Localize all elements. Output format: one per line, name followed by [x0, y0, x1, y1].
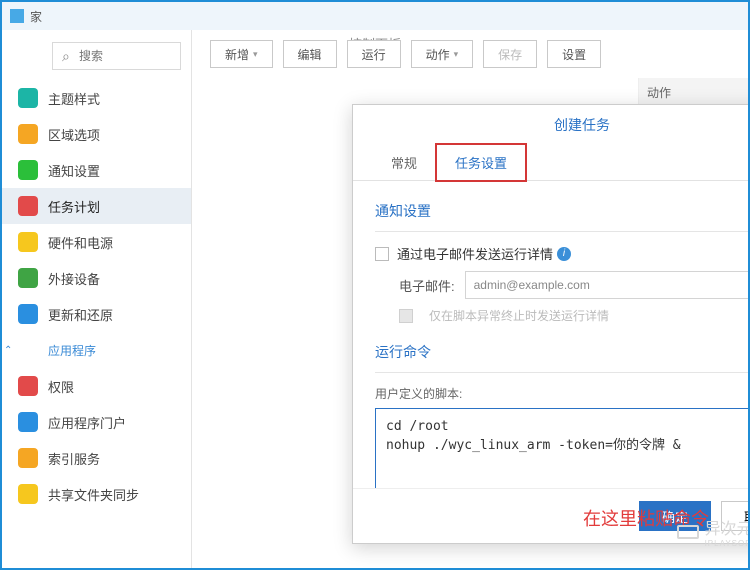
- sidebar-item-label: 区域选项: [48, 125, 100, 144]
- sidebar-icon: [18, 196, 38, 216]
- email-label: 电子邮件:: [375, 276, 455, 295]
- sidebar-item-3[interactable]: 任务计划: [2, 188, 191, 224]
- caret-down-icon: ▾: [454, 49, 459, 60]
- notify-section-title: 通知设置: [375, 201, 750, 221]
- edit-button[interactable]: 编辑: [283, 40, 337, 68]
- sidebar-icon: [18, 484, 38, 504]
- sidebar-item-label: 外接设备: [48, 269, 100, 288]
- new-button[interactable]: 新增▾: [210, 40, 273, 68]
- sidebar-icon: [18, 376, 38, 396]
- sidebar-icon: [18, 124, 38, 144]
- dialog-title: 创建任务: [353, 105, 750, 145]
- send-email-checkbox[interactable]: [375, 247, 389, 261]
- sidebar-item-label: 共享文件夹同步: [48, 485, 139, 504]
- sidebar-item-label: 任务计划: [48, 197, 100, 216]
- sidebar-item-label: 通知设置: [48, 161, 100, 180]
- sidebar-icon: [18, 412, 38, 432]
- run-section-title: 运行命令: [375, 342, 750, 362]
- only-error-checkbox: [399, 309, 413, 323]
- sidebar-icon: [18, 448, 38, 468]
- sidebar-item-4[interactable]: 硬件和电源: [2, 224, 191, 260]
- app-window: 家 控制面板 ⌕ 主题样式区域选项通知设置任务计划硬件和电源外接设备更新和还原⌃…: [0, 0, 750, 570]
- sidebar-item-11[interactable]: 共享文件夹同步: [2, 476, 191, 512]
- action-button[interactable]: 动作▾: [411, 40, 474, 68]
- dialog-body: 通知设置 通过电子邮件发送运行详情 i 电子邮件: 仅在脚本异常终止时发送运行详…: [353, 181, 750, 488]
- email-input[interactable]: [465, 271, 750, 299]
- search-input[interactable]: [52, 42, 181, 70]
- script-textarea[interactable]: [375, 408, 750, 488]
- sidebar-icon: [18, 88, 38, 108]
- cancel-button[interactable]: 取消: [721, 501, 750, 531]
- sidebar-item-5[interactable]: 外接设备: [2, 260, 191, 296]
- sidebar-item-label: 主题样式: [48, 89, 100, 108]
- settings-button[interactable]: 设置: [547, 40, 601, 68]
- sidebar-item-6[interactable]: 更新和还原: [2, 296, 191, 332]
- folder-icon: [10, 9, 24, 23]
- dialog-tabs: 常规 任务设置: [353, 145, 750, 181]
- dialog-footer: 确定 取消: [353, 488, 750, 543]
- sidebar: ⌕ 主题样式区域选项通知设置任务计划硬件和电源外接设备更新和还原 ⌃应用程序权限应…: [2, 30, 192, 568]
- sidebar-icon: [18, 268, 38, 288]
- caret-down-icon: ▾: [253, 49, 258, 60]
- sidebar-icon: [18, 304, 38, 324]
- main-pane: 新增▾ 编辑 运行 动作▾ 保存 设置 动作 照片/视频导入 运行: bash …: [192, 30, 748, 568]
- script-label: 用户定义的脚本:: [375, 385, 750, 402]
- search-icon: ⌕: [62, 48, 70, 65]
- titlebar: 家: [2, 2, 748, 30]
- tab-task-settings[interactable]: 任务设置: [435, 143, 527, 182]
- sidebar-item-label: 应用程序门户: [48, 413, 126, 432]
- sidebar-item-label: 硬件和电源: [48, 233, 113, 252]
- sidebar-item-9[interactable]: 应用程序门户: [2, 404, 191, 440]
- sidebar-item-8[interactable]: 权限: [2, 368, 191, 404]
- create-task-dialog: 创建任务 常规 任务设置 通知设置 通过电子邮件发送运行详情 i 电子邮件:: [352, 104, 750, 544]
- sidebar-item-2[interactable]: 通知设置: [2, 152, 191, 188]
- toolbar: 新增▾ 编辑 运行 动作▾ 保存 设置: [192, 30, 748, 78]
- sidebar-item-10[interactable]: 索引服务: [2, 440, 191, 476]
- sidebar-item-0[interactable]: 主题样式: [2, 80, 191, 116]
- sidebar-icon: [18, 160, 38, 180]
- sidebar-item-1[interactable]: 区域选项: [2, 116, 191, 152]
- tab-general[interactable]: 常规: [373, 145, 435, 180]
- ok-button[interactable]: 确定: [639, 501, 711, 531]
- only-error-label: 仅在脚本异常终止时发送运行详情: [429, 307, 609, 324]
- action-column-header: 动作: [639, 78, 748, 107]
- info-icon[interactable]: i: [557, 247, 571, 261]
- sidebar-item-label: 索引服务: [48, 449, 100, 468]
- sidebar-section-apps[interactable]: ⌃应用程序: [2, 332, 191, 368]
- send-email-label: 通过电子邮件发送运行详情: [397, 244, 553, 263]
- folder-name: 家: [30, 8, 42, 25]
- save-button[interactable]: 保存: [483, 40, 537, 68]
- sidebar-item-label: 权限: [48, 377, 74, 396]
- chevron-up-icon: ⌃: [4, 345, 12, 356]
- sidebar-icon: [18, 232, 38, 252]
- run-button[interactable]: 运行: [347, 40, 401, 68]
- sidebar-item-label: 更新和还原: [48, 305, 113, 324]
